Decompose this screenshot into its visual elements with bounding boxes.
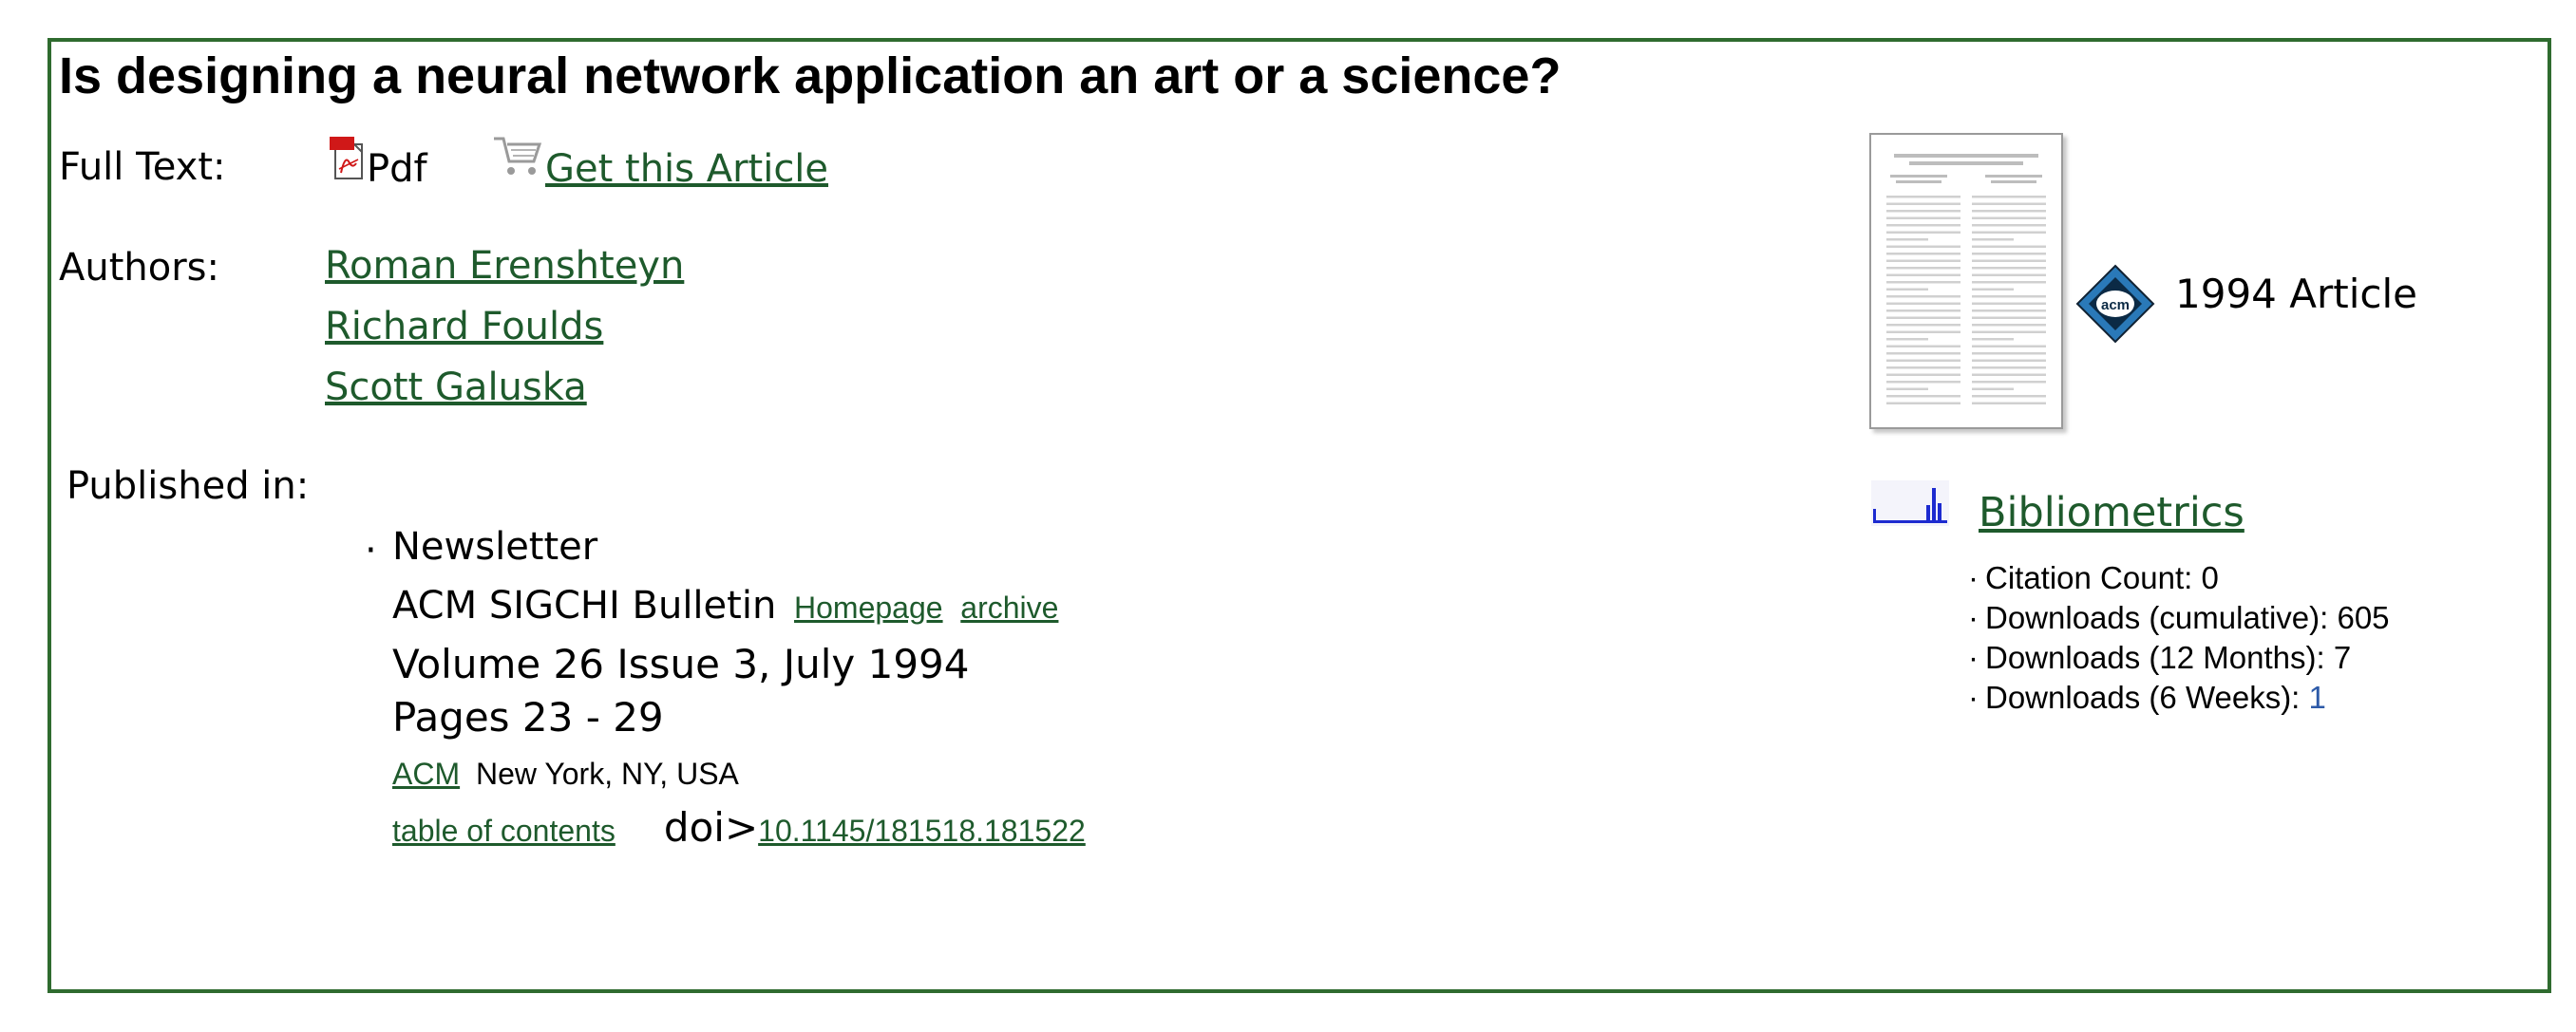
publication-type: Newsletter <box>392 525 598 569</box>
article-title: Is designing a neural network applicatio… <box>59 47 1562 104</box>
author-link-richard-foulds[interactable]: Richard Foulds <box>325 302 603 351</box>
stat-downloads-cumulative: · Downloads (cumulative): 605 <box>1968 600 2390 635</box>
bibliometrics-link[interactable]: Bibliometrics <box>1979 486 2245 539</box>
publisher-link[interactable]: ACM <box>392 757 460 791</box>
published-in-label: Published in: <box>66 464 310 508</box>
acm-logo-icon: acm <box>2075 264 2155 344</box>
publication-volume: Volume 26 Issue 3, July 1994 <box>392 641 970 687</box>
publication-bullet: · <box>365 529 377 572</box>
author-link-scott-galuska[interactable]: Scott Galuska <box>325 363 587 412</box>
pdf-link[interactable]: Pdf <box>367 144 427 194</box>
archive-link[interactable]: archive <box>960 591 1058 625</box>
pdf-icon[interactable] <box>328 135 366 182</box>
stat-citation-count: · Citation Count: 0 <box>1968 560 2219 595</box>
shopping-cart-icon[interactable] <box>490 133 545 178</box>
publication-pages: Pages 23 - 29 <box>392 694 664 741</box>
stat-downloads-6-weeks: · Downloads (6 Weeks): 1 <box>1968 680 2326 715</box>
article-thumbnail[interactable] <box>1869 133 2063 429</box>
table-of-contents-link[interactable]: table of contents <box>392 814 616 848</box>
stat-downloads-12-months: · Downloads (12 Months): 7 <box>1968 640 2352 675</box>
publication-year-type: 1994 Article <box>2175 271 2417 317</box>
homepage-link[interactable]: Homepage <box>794 591 943 625</box>
doi-link[interactable]: 10.1145/181518.181522 <box>758 814 1086 848</box>
author-link-roman-erenshteyn[interactable]: Roman Erenshteyn <box>325 241 684 291</box>
svg-text:acm: acm <box>2101 297 2130 313</box>
full-text-label: Full Text: <box>59 145 226 189</box>
bibliometrics-chart-icon[interactable] <box>1871 480 1949 526</box>
doi-label: doi> <box>663 804 759 851</box>
publisher-location: New York, NY, USA <box>476 757 739 791</box>
get-this-article-link[interactable]: Get this Article <box>545 144 828 194</box>
authors-label: Authors: <box>59 246 219 290</box>
publication-name: ACM SIGCHI Bulletin <box>392 584 777 628</box>
